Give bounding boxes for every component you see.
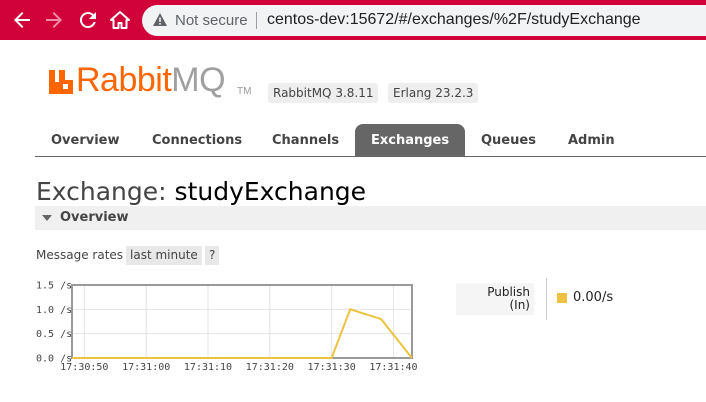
legend-publish-label: Publish (In) xyxy=(456,283,534,315)
tab-overview[interactable]: Overview xyxy=(51,124,120,156)
x-tick-label: 17:31:00 xyxy=(122,362,170,373)
x-tick-label: 17:30:50 xyxy=(60,362,108,373)
y-tick-label: 0.5 /s xyxy=(36,329,72,340)
logo-rabbit-text: Rabbit xyxy=(76,61,172,99)
y-tick-label: 1.0 /s xyxy=(36,305,72,316)
exchange-name: studyExchange xyxy=(174,177,367,206)
divider xyxy=(256,12,257,29)
section-label: Overview xyxy=(60,210,129,225)
tab-queues[interactable]: Queues xyxy=(481,124,536,156)
tab-connections[interactable]: Connections xyxy=(152,124,242,156)
y-tick-label: 1.5 /s xyxy=(36,281,72,292)
legend-label-line2: (In) xyxy=(509,298,530,312)
tab-exchanges[interactable]: Exchanges xyxy=(355,124,466,156)
browser-toolbar: Not secure centos-dev:15672/#/exchanges/… xyxy=(0,0,706,40)
logo-mq-text: MQ xyxy=(171,61,226,99)
url-text[interactable]: centos-dev:15672/#/exchanges/%2F/studyEx… xyxy=(267,11,641,29)
page-title-prefix: Exchange: xyxy=(36,177,167,206)
page-title: Exchange: studyExchange xyxy=(36,177,366,206)
reload-icon[interactable] xyxy=(76,8,100,32)
collapse-triangle-icon xyxy=(42,215,52,221)
rabbitmq-version-badge: RabbitMQ 3.8.11 xyxy=(268,83,379,103)
legend-publish-value: 0.00/s xyxy=(573,290,614,305)
overview-section-header[interactable]: Overview xyxy=(35,206,706,230)
logo-trademark: TM xyxy=(237,86,252,97)
x-tick-label: 17:31:30 xyxy=(308,362,356,373)
rabbitmq-logo-icon xyxy=(47,68,75,96)
legend-color-swatch xyxy=(557,293,567,303)
legend-divider xyxy=(546,278,547,320)
x-tick-label: 17:31:20 xyxy=(246,362,294,373)
chart-frame xyxy=(71,284,413,359)
message-rates-label: Message rates xyxy=(36,248,124,262)
warning-icon xyxy=(152,12,168,28)
rates-range-selector[interactable]: last minute xyxy=(126,246,202,265)
message-rates-chart: 1.5 /s1.0 /s0.5 /s0.0 /s17:30:50 17:31:00… xyxy=(36,281,418,374)
rates-help-button[interactable]: ? xyxy=(205,246,220,265)
tab-channels[interactable]: Channels xyxy=(272,124,339,156)
forward-arrow-icon[interactable] xyxy=(42,8,66,32)
security-label[interactable]: Not secure xyxy=(175,12,248,29)
x-tick-label: 17:31:40 xyxy=(369,362,417,373)
back-arrow-icon[interactable] xyxy=(10,8,34,32)
erlang-version-badge: Erlang 23.2.3 xyxy=(388,83,479,103)
home-icon[interactable] xyxy=(108,8,132,32)
x-tick-label: 17:31:10 xyxy=(184,362,232,373)
tab-admin[interactable]: Admin xyxy=(568,124,615,156)
address-bar[interactable]: Not secure centos-dev:15672/#/exchanges/… xyxy=(142,5,706,36)
main-nav-tabs: Overview Connections Channels Exchanges … xyxy=(35,124,706,157)
